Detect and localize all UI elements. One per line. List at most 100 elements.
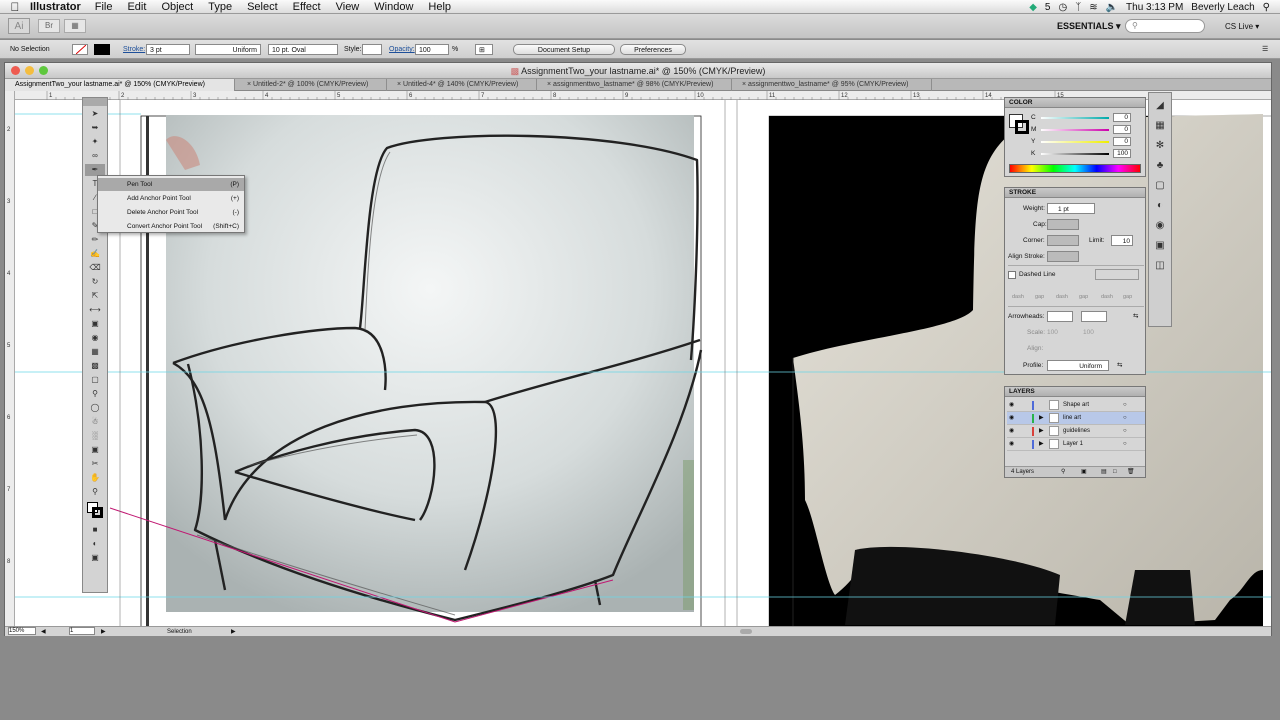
new-layer-icon[interactable]: □ xyxy=(1113,467,1117,478)
scale-tool-icon[interactable]: ⇱ xyxy=(85,290,105,302)
visibility-eye-icon[interactable]: ◉ xyxy=(1009,425,1014,438)
stroke-label[interactable]: Stroke: xyxy=(123,44,145,55)
workspace-switcher[interactable]: ESSENTIALS ▾ xyxy=(1057,21,1121,32)
variable-width-profile[interactable]: Uniform xyxy=(195,44,261,55)
search-input[interactable]: ⚲ xyxy=(1125,19,1205,33)
menu-select[interactable]: Select xyxy=(247,1,278,13)
visibility-eye-icon[interactable]: ◉ xyxy=(1009,399,1014,412)
shape-builder-tool-icon[interactable]: ◉ xyxy=(85,332,105,344)
lasso-tool-icon[interactable]: ∞ xyxy=(85,150,105,162)
flyout-convert-anchor-point-tool[interactable]: Convert Anchor Point Tool (Shift+C) xyxy=(98,220,244,233)
menu-type[interactable]: Type xyxy=(208,1,232,13)
menu-effect[interactable]: Effect xyxy=(293,1,321,13)
preferences-button[interactable]: Preferences xyxy=(620,44,686,55)
artboard-tool-icon[interactable]: ▣ xyxy=(85,444,105,456)
selection-tool-icon[interactable]: ➤ xyxy=(85,108,105,120)
column-graph-tool-icon[interactable]: ░ xyxy=(85,430,105,442)
channel-c-slider[interactable] xyxy=(1041,117,1109,119)
align-stroke-buttons[interactable] xyxy=(1047,251,1079,262)
corner-buttons[interactable] xyxy=(1047,235,1079,246)
expand-triangle-icon[interactable]: ▶ xyxy=(1039,412,1044,425)
stroke-color-swatch[interactable] xyxy=(92,507,103,518)
align-options-button[interactable]: ⊞ xyxy=(475,44,493,55)
symbol-sprayer-tool-icon[interactable]: ☃ xyxy=(85,416,105,428)
screen-mode-icon[interactable]: ▣ xyxy=(85,552,105,564)
end-arrowhead-select[interactable] xyxy=(1081,311,1107,322)
spotlight-icon[interactable]: ⚲ xyxy=(1263,2,1270,13)
target-icon[interactable]: ○ xyxy=(1123,438,1127,451)
flip-profile-icon[interactable]: ⇆ xyxy=(1117,360,1122,371)
free-transform-tool-icon[interactable]: ▣ xyxy=(85,318,105,330)
color-stroke-swatch[interactable] xyxy=(1015,120,1029,134)
panel-menu-icon[interactable]: ☰ xyxy=(1262,44,1268,55)
layer-line-art[interactable]: ◉ ▶ line art ○ xyxy=(1007,412,1145,425)
visibility-eye-icon[interactable]: ◉ xyxy=(1009,438,1014,451)
limit-input[interactable]: 10 xyxy=(1111,235,1133,246)
make-clipping-mask-icon[interactable]: ▣ xyxy=(1081,467,1087,478)
artboard-number-field[interactable]: 1 xyxy=(69,627,95,635)
stroke-swatch[interactable] xyxy=(94,44,110,55)
layer-layer-1[interactable]: ◉ ▶ Layer 1 ○ xyxy=(1007,438,1145,451)
channel-c-value[interactable]: 0 xyxy=(1113,113,1131,122)
expand-triangle-icon[interactable]: ▶ xyxy=(1039,425,1044,438)
menu-object[interactable]: Object xyxy=(161,1,193,13)
appearance-panel-icon[interactable]: ◉ xyxy=(1153,219,1167,233)
channel-k-slider[interactable] xyxy=(1041,153,1109,155)
mesh-tool-icon[interactable]: ▩ xyxy=(85,360,105,372)
delete-layer-icon[interactable]: 🗑 xyxy=(1127,467,1135,478)
horizontal-scroll-thumb[interactable] xyxy=(740,629,752,634)
graphic-style-picker[interactable] xyxy=(362,44,382,55)
perspective-grid-tool-icon[interactable]: ▦ xyxy=(85,346,105,358)
drawing-mode-icon[interactable]: ◐ xyxy=(85,538,105,550)
menu-file[interactable]: File xyxy=(95,1,113,13)
gradient-panel-icon[interactable]: ◢ xyxy=(1153,99,1167,113)
arrange-documents-button[interactable]: ▦ xyxy=(64,19,86,33)
close-window-button[interactable] xyxy=(11,66,20,75)
brush-definition[interactable]: 10 pt. Oval xyxy=(268,44,338,55)
layer-shape-art[interactable]: ◉ Shape art ○ xyxy=(1007,399,1145,412)
pencil-tool-icon[interactable]: ✏ xyxy=(85,234,105,246)
dashed-line-checkbox[interactable] xyxy=(1008,271,1016,279)
dash-gap-fields[interactable]: dash gap dash gap dash gap xyxy=(1008,292,1144,303)
color-panel-title[interactable]: COLOR xyxy=(1005,98,1145,108)
channel-y-slider[interactable] xyxy=(1041,141,1109,143)
zoom-level-field[interactable]: 150% xyxy=(8,627,36,635)
opacity-field[interactable]: 100 xyxy=(415,44,449,55)
color-spectrum-bar[interactable] xyxy=(1009,164,1141,173)
fill-swatch[interactable] xyxy=(72,44,88,55)
artboards-panel-icon[interactable]: ▣ xyxy=(1153,239,1167,253)
opacity-label[interactable]: Opacity: xyxy=(389,44,415,55)
direct-selection-tool-icon[interactable]: ➥ xyxy=(85,122,105,134)
layer-guidelines[interactable]: ◉ ▶ guidelines ○ xyxy=(1007,425,1145,438)
eyedropper-tool-icon[interactable]: ⚲ xyxy=(85,388,105,400)
layers-panel-title[interactable]: LAYERS xyxy=(1005,387,1145,397)
swap-arrowheads-icon[interactable]: ⇆ xyxy=(1133,311,1138,322)
target-icon[interactable]: ○ xyxy=(1123,399,1127,412)
menu-window[interactable]: Window xyxy=(374,1,413,13)
width-tool-icon[interactable]: ⟷ xyxy=(85,304,105,316)
status-text[interactable]: Selection xyxy=(167,627,192,637)
menu-help[interactable]: Help xyxy=(428,1,451,13)
app-menu[interactable]: Illustrator xyxy=(30,1,81,13)
rotate-tool-icon[interactable]: ↻ xyxy=(85,276,105,288)
first-artboard-button[interactable]: ◀ xyxy=(41,627,46,637)
document-setup-button[interactable]: Document Setup xyxy=(513,44,615,55)
wifi-icon[interactable]: ≋ xyxy=(1089,2,1097,13)
channel-m-slider[interactable] xyxy=(1041,129,1109,131)
tab-assignmenttwo-98[interactable]: × assignmenttwo_lastname* @ 98% (CMYK/Pr… xyxy=(537,79,732,91)
expand-triangle-icon[interactable]: ▶ xyxy=(1039,438,1044,451)
next-artboard-button[interactable]: ▶ xyxy=(101,627,106,637)
color-mode-icon[interactable]: ■ xyxy=(85,524,105,536)
status-menu-arrow[interactable]: ▶ xyxy=(231,627,236,637)
graphic-styles-panel-icon[interactable]: ◐ xyxy=(1153,199,1167,213)
dropbox-icon[interactable]: ◆ xyxy=(1029,2,1037,13)
clock[interactable]: Thu 3:13 PM xyxy=(1126,2,1183,13)
stroke-panel-title[interactable]: STROKE xyxy=(1005,188,1145,198)
vertical-ruler[interactable]: 2 3 4 5 6 7 8 xyxy=(5,91,15,627)
flyout-add-anchor-point-tool[interactable]: Add Anchor Point Tool (+) xyxy=(98,192,244,205)
locate-object-icon[interactable]: ⚲ xyxy=(1061,467,1065,478)
minimize-window-button[interactable] xyxy=(25,66,34,75)
symbols-panel-icon[interactable]: ♣ xyxy=(1153,159,1167,173)
channel-m-value[interactable]: 0 xyxy=(1113,125,1131,134)
tab-untitled-2[interactable]: × Untitled-2* @ 100% (CMYK/Preview) xyxy=(237,79,387,91)
